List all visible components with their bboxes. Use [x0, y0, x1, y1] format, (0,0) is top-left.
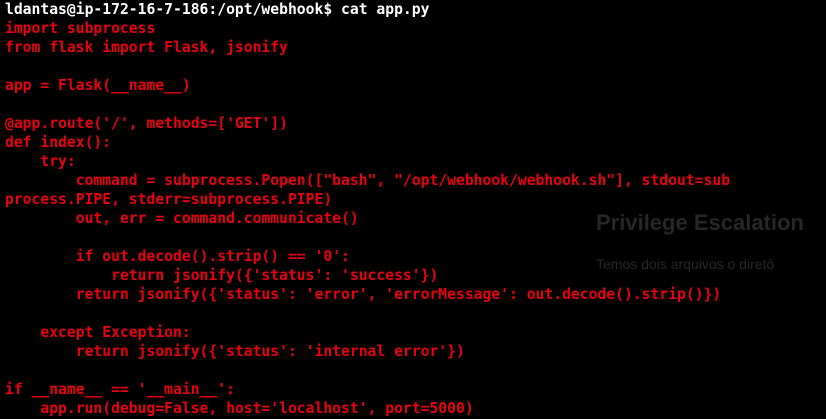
- code-line: out, err = command.communicate(): [5, 210, 359, 227]
- terminal-prompt-line: ldantas@ip-172-16-7-186:/opt/webhook$ ca…: [5, 1, 430, 18]
- code-line: app.run(debug=False, host='localhost', p…: [5, 400, 474, 417]
- code-line: return jsonify({'status': 'error', 'erro…: [5, 286, 722, 303]
- code-line: @app.route('/', methods=['GET']): [5, 115, 288, 132]
- code-line: from flask import Flask, jsonify: [5, 39, 288, 56]
- background-document: Privilege Escalation Temos dois arquivos…: [596, 0, 826, 419]
- code-line: if __name__ == '__main__':: [5, 381, 235, 398]
- code-line: command = subprocess.Popen(["bash", "/op…: [5, 172, 731, 189]
- code-line: except Exception:: [5, 324, 191, 341]
- code-line: process.PIPE, stderr=subprocess.PIPE): [5, 191, 333, 208]
- code-line: app = Flask(__name__): [5, 77, 191, 94]
- background-heading: Privilege Escalation: [596, 210, 804, 235]
- code-line: try:: [5, 153, 76, 170]
- background-text: Temos dois arquivos o diretó: [596, 256, 775, 272]
- code-line: return jsonify({'status': 'success'}): [5, 267, 439, 284]
- code-line: if out.decode().strip() == '0':: [5, 248, 350, 265]
- code-line: return jsonify({'status': 'internal erro…: [5, 343, 465, 360]
- code-line: def index():: [5, 134, 112, 151]
- terminal-window[interactable]: Privilege Escalation Temos dois arquivos…: [0, 0, 826, 419]
- code-line: import subprocess: [5, 20, 156, 37]
